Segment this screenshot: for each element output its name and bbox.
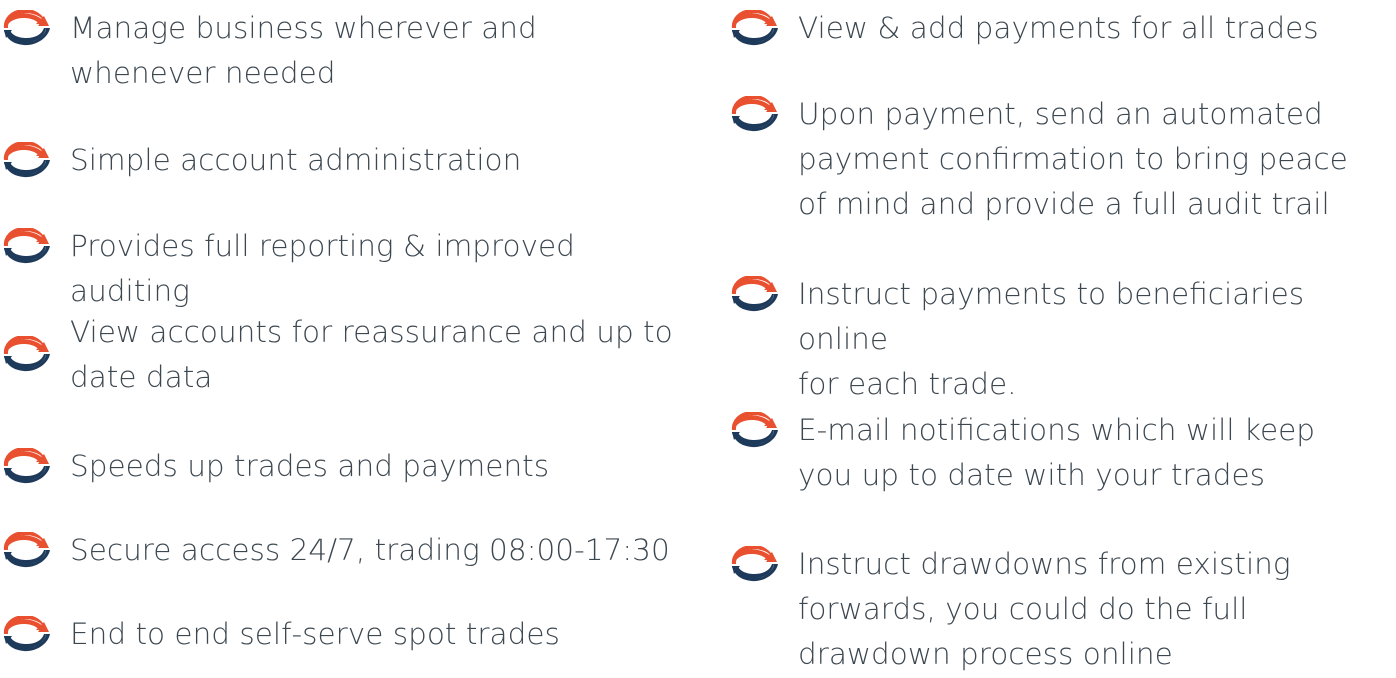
circular-arrows-icon xyxy=(0,532,50,568)
feature-text: View & add payments for all trades xyxy=(798,11,1319,45)
list-item: View accounts for reassurance and up to … xyxy=(0,310,673,400)
feature-text: Secure access 24/7, trading 08:00-17:30 xyxy=(70,533,670,567)
feature-text: Manage business wherever and whenever ne… xyxy=(70,11,537,90)
circular-arrows-icon xyxy=(0,10,50,46)
list-item: Provides full reporting & improved audit… xyxy=(0,224,700,314)
circular-arrows-icon xyxy=(0,228,50,264)
list-item: End to end self-serve spot trades xyxy=(0,612,560,657)
list-item: Manage business wherever and whenever ne… xyxy=(0,6,537,96)
circular-arrows-icon xyxy=(0,448,50,484)
list-item: Instruct drawdowns from existing forward… xyxy=(728,542,1291,677)
feature-text: E-mail notifications which will keep you… xyxy=(798,413,1315,492)
circular-arrows-icon xyxy=(728,276,778,312)
list-item: Simple account administration xyxy=(0,138,521,183)
circular-arrows-icon xyxy=(728,10,778,46)
list-item: Instruct payments to beneficiaries onlin… xyxy=(728,272,1396,407)
list-item: Secure access 24/7, trading 08:00-17:30 xyxy=(0,528,670,573)
feature-text: Provides full reporting & improved audit… xyxy=(70,229,575,308)
feature-text: View accounts for reassurance and up to … xyxy=(70,315,673,394)
feature-text: Upon payment, send an automated payment … xyxy=(798,97,1348,221)
list-item: View & add payments for all trades xyxy=(728,6,1319,51)
circular-arrows-icon xyxy=(728,546,778,582)
feature-text: Simple account administration xyxy=(70,143,522,177)
circular-arrows-icon xyxy=(728,412,778,448)
circular-arrows-icon xyxy=(0,616,50,652)
circular-arrows-icon xyxy=(0,142,50,178)
feature-text: Speeds up trades and payments xyxy=(70,449,550,483)
circular-arrows-icon xyxy=(728,96,778,132)
feature-text: Instruct payments to beneficiaries onlin… xyxy=(798,277,1305,401)
list-item: Speeds up trades and payments xyxy=(0,444,549,489)
feature-text: End to end self-serve spot trades xyxy=(70,617,560,651)
circular-arrows-icon xyxy=(0,336,50,372)
list-item: Upon payment, send an automated payment … xyxy=(728,92,1348,227)
feature-text: Instruct drawdowns from existing forward… xyxy=(798,547,1291,671)
list-item: E-mail notifications which will keep you… xyxy=(728,408,1315,498)
